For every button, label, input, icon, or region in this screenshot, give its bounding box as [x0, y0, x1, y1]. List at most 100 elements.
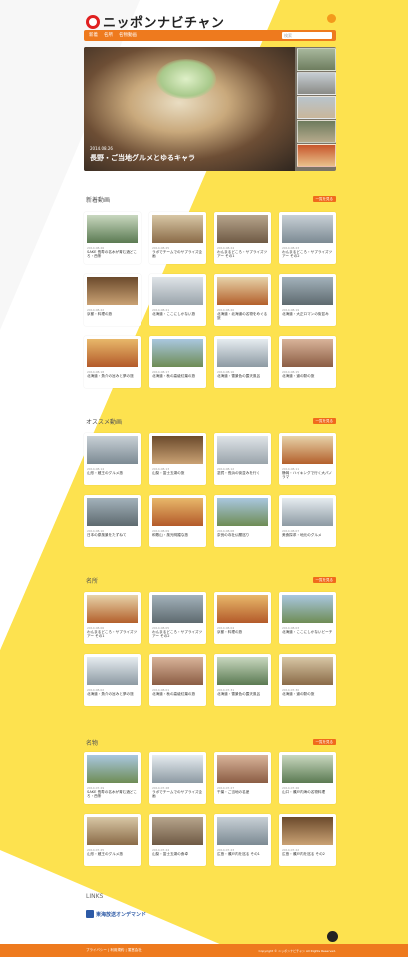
video-title[interactable]: SAKE 長寿の名水が育む酒どころ・西条: [87, 250, 138, 259]
video-title[interactable]: わんまるどころ・サプライズツアー その2: [282, 250, 333, 259]
video-card[interactable]: 2014.07.25 山形・蔵王のグルメ旅: [84, 814, 141, 866]
video-thumbnail[interactable]: [217, 277, 268, 305]
hero-thumb[interactable]: [297, 48, 336, 71]
video-card[interactable]: 2014.08.20 北海道・北海道の名物をめぐる旅: [214, 274, 271, 326]
site-logo[interactable]: ニッポンナビチャン: [86, 12, 224, 31]
video-title[interactable]: わんまるどころ・サプライズツアー その2: [152, 630, 203, 639]
video-card[interactable]: 2014.08.11 静岡・ハイキングで行く大パノラマ: [279, 433, 336, 485]
video-card[interactable]: 2014.08.26 SAKE 長寿の名水が育む酒どころ・西条: [84, 212, 141, 264]
video-title[interactable]: 北海道・魚介の旨みと夢の旅: [87, 692, 138, 696]
video-card[interactable]: 2014.08.24 わんまるどころ・サプライズツアー その1: [214, 212, 271, 264]
video-title[interactable]: 美食探求・地元のグルメ: [282, 533, 333, 537]
video-thumbnail[interactable]: [152, 755, 203, 783]
video-thumbnail[interactable]: [87, 215, 138, 243]
hero-thumb[interactable]: [297, 72, 336, 95]
video-card[interactable]: 2014.08.04 京都・料理の旅: [214, 592, 271, 644]
video-thumbnail[interactable]: [87, 436, 138, 464]
video-thumbnail[interactable]: [217, 657, 268, 685]
video-card[interactable]: 2014.08.23 わんまるどころ・サプライズツアー その2: [279, 212, 336, 264]
video-thumbnail[interactable]: [152, 339, 203, 367]
video-thumbnail[interactable]: [152, 817, 203, 845]
video-title[interactable]: 北海道・ここにしかないビーチ: [282, 630, 333, 634]
video-card[interactable]: 2014.08.10 日本の原風景をたずねて: [84, 495, 141, 547]
video-thumbnail[interactable]: [217, 339, 268, 367]
video-card[interactable]: 2014.08.09 和歌山・風光明媚な旅: [149, 495, 206, 547]
video-thumbnail[interactable]: [282, 755, 333, 783]
hero-thumb[interactable]: [297, 96, 336, 119]
hero-title[interactable]: 長野・ご当地グルメとゆるキャラ: [90, 153, 195, 163]
hero-thumb[interactable]: [297, 144, 336, 167]
video-thumbnail[interactable]: [282, 817, 333, 845]
video-title[interactable]: 静岡・ハイキングで行く大パノラマ: [282, 471, 333, 480]
video-card[interactable]: 2014.07.23 広島・瀬戸内を巡る その1: [214, 814, 271, 866]
video-title[interactable]: 北海道・道の駅の旅: [282, 692, 333, 696]
video-title[interactable]: 北海道・雪景色の露天風呂: [217, 374, 268, 378]
nav-item-new[interactable]: 新着: [89, 32, 98, 38]
video-card[interactable]: 2014.08.13 山梨・富士五湖の旅: [149, 433, 206, 485]
video-title[interactable]: 京都・料理の旅: [217, 630, 268, 634]
video-title[interactable]: 京都・料理の旅: [87, 312, 138, 316]
video-title[interactable]: 山口・瀬戸内海の名物料理: [282, 790, 333, 794]
video-thumbnail[interactable]: [152, 657, 203, 685]
video-title[interactable]: 滋賀・長浜の街並みを行く: [217, 471, 268, 475]
video-thumbnail[interactable]: [87, 755, 138, 783]
video-thumbnail[interactable]: [282, 436, 333, 464]
video-card[interactable]: 2014.08.12 滋賀・長浜の街並みを行く: [214, 433, 271, 485]
video-card[interactable]: 2014.08.02 北海道・魚介の旨みと夢の旅: [84, 654, 141, 706]
video-card[interactable]: 2014.07.26 山口・瀬戸内海の名物料理: [279, 752, 336, 804]
video-title[interactable]: わんまるどころ・サプライズツアー その1: [217, 250, 268, 259]
more-button[interactable]: 一覧を見る: [312, 577, 336, 583]
video-title[interactable]: 北海道・道の駅の旅: [282, 374, 333, 378]
video-title[interactable]: 北海道・雪景色の露天風呂: [217, 692, 268, 696]
footer-links[interactable]: プライバシー | 利用規約 | 運営会社: [86, 948, 142, 953]
video-card[interactable]: 2014.08.08 奈良の寺社仏閣巡り: [214, 495, 271, 547]
video-thumbnail[interactable]: [282, 498, 333, 526]
video-title[interactable]: 日本の原風景をたずねて: [87, 533, 138, 537]
video-card[interactable]: 2014.08.19 北海道・大正ロマンの街並み: [279, 274, 336, 326]
video-title[interactable]: 山梨・富士五湖の旅: [152, 471, 203, 475]
video-card[interactable]: 2014.08.05 わんまるどころ・サプライズツアー その2: [149, 592, 206, 644]
video-card[interactable]: 2014.07.24 山梨・富士五湖の食卓: [149, 814, 206, 866]
video-title[interactable]: 北海道・魚介の旨みと夢の旅: [87, 374, 138, 378]
more-button[interactable]: 一覧を見る: [312, 739, 336, 745]
video-title[interactable]: 北海道・ここにしかない旅: [152, 312, 203, 316]
video-thumbnail[interactable]: [87, 657, 138, 685]
video-title[interactable]: 北海道・大正ロマンの街並み: [282, 312, 333, 316]
hero-thumb[interactable]: [297, 120, 336, 143]
video-thumbnail[interactable]: [217, 817, 268, 845]
video-thumbnail[interactable]: [282, 657, 333, 685]
video-thumbnail[interactable]: [152, 436, 203, 464]
video-card[interactable]: 2014.08.25 ラボでチームでのサプライズ企画: [149, 212, 206, 264]
video-card[interactable]: 2014.07.29 SAKE 長寿の名水が育む酒どころ・西条: [84, 752, 141, 804]
links-banner[interactable]: 東海放送オンデマンド: [86, 910, 146, 918]
nav-item-specialty[interactable]: 名物動画: [119, 32, 137, 38]
video-thumbnail[interactable]: [152, 215, 203, 243]
video-title[interactable]: 広島・瀬戸内を巡る その2: [282, 852, 333, 856]
video-card[interactable]: 2014.07.22 広島・瀬戸内を巡る その2: [279, 814, 336, 866]
video-thumbnail[interactable]: [217, 755, 268, 783]
video-card[interactable]: 2014.07.30 北海道・道の駅の旅: [279, 654, 336, 706]
video-card[interactable]: 2014.08.17 北海道・秋の高級紅葉の旅: [149, 336, 206, 388]
video-title[interactable]: 山形・蔵王のグルメ旅: [87, 471, 138, 475]
video-card[interactable]: 2014.08.15 北海道・道の駅の旅: [279, 336, 336, 388]
video-thumbnail[interactable]: [282, 595, 333, 623]
video-title[interactable]: 北海道・秋の高級紅葉の旅: [152, 692, 203, 696]
video-thumbnail[interactable]: [282, 339, 333, 367]
video-card[interactable]: 2014.08.18 北海道・魚介の旨みと夢の旅: [84, 336, 141, 388]
video-title[interactable]: 山形・蔵王のグルメ旅: [87, 852, 138, 856]
video-title[interactable]: SAKE 長寿の名水が育む酒どころ・西条: [87, 790, 138, 799]
video-title[interactable]: 和歌山・風光明媚な旅: [152, 533, 203, 537]
video-thumbnail[interactable]: [282, 277, 333, 305]
video-title[interactable]: わんまるどころ・サプライズツアー その1: [87, 630, 138, 639]
video-thumbnail[interactable]: [217, 436, 268, 464]
video-card[interactable]: 2014.08.01 北海道・秋の高級紅葉の旅: [149, 654, 206, 706]
more-button[interactable]: 一覧を見る: [312, 418, 336, 424]
video-card[interactable]: 2014.08.16 北海道・雪景色の露天風呂: [214, 336, 271, 388]
video-thumbnail[interactable]: [217, 215, 268, 243]
video-card[interactable]: 2014.08.07 美食探求・地元のグルメ: [279, 495, 336, 547]
video-thumbnail[interactable]: [217, 498, 268, 526]
video-title[interactable]: 北海道・秋の高級紅葉の旅: [152, 374, 203, 378]
video-card[interactable]: 2014.08.14 山形・蔵王のグルメ旅: [84, 433, 141, 485]
video-title[interactable]: ラボでチームでのサプライズ企画: [152, 250, 203, 259]
video-title[interactable]: 千葉・ご当地の名産: [217, 790, 268, 794]
